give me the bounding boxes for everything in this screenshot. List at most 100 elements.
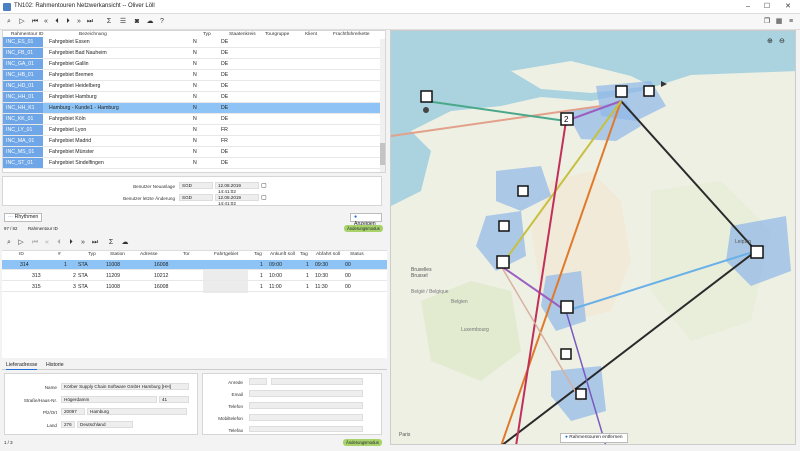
salutation-field[interactable]	[249, 378, 267, 385]
header-cell[interactable]: #	[58, 252, 61, 257]
page-counter: 97 / 82	[4, 226, 18, 231]
header-cell[interactable]: Tor	[183, 252, 190, 257]
search-icon[interactable]: ⌕	[4, 17, 14, 27]
prev-page-icon[interactable]: «	[42, 238, 52, 248]
created-user-field: SGD	[179, 182, 213, 189]
station-marker[interactable]	[560, 300, 574, 314]
next-page-icon[interactable]: »	[74, 17, 84, 27]
grid-icon[interactable]: ▦	[774, 17, 784, 27]
table-row[interactable]: INC_HB_01 Fahrgebiet Bremen N DE	[3, 70, 381, 81]
map-label: Leipzig	[735, 239, 751, 245]
prev-page-icon[interactable]: «	[41, 17, 51, 27]
detail-tabs: Lieferadresse Historie	[2, 361, 387, 370]
station-marker[interactable]	[575, 388, 587, 400]
header-cell[interactable]: Fahrtgebiet	[214, 252, 238, 257]
table-row[interactable]: INC_MS_01 Fahrgebiet Münster N DE	[3, 147, 381, 158]
mobile-field[interactable]	[249, 414, 363, 421]
sum-icon[interactable]: Σ	[106, 238, 116, 248]
search-icon[interactable]: ⌕	[4, 238, 14, 248]
minimize-button[interactable]: –	[740, 2, 756, 12]
last-record-icon[interactable]: ⏭	[85, 17, 95, 27]
mobile-label: Mobiltelefon	[218, 416, 243, 421]
email-field[interactable]	[249, 390, 363, 397]
header-cell[interactable]: Station	[110, 252, 125, 257]
copy-icon[interactable]: ❐	[762, 17, 772, 27]
header-cell[interactable]: ID	[19, 252, 24, 257]
title-bar: TN102: Rahmentouren Netzwerkansicht -- O…	[0, 0, 800, 14]
calendar-icon[interactable]: ▢	[261, 194, 267, 201]
tab-historie[interactable]: Historie	[46, 362, 64, 368]
audit-panel: Benutzer Neuanlage SGD 12.08.2019 14:41:…	[2, 176, 382, 206]
station-marker[interactable]	[517, 185, 529, 197]
last-record-icon[interactable]: ⏭	[90, 238, 100, 248]
zoom-in-icon[interactable]: ⊕	[767, 37, 773, 45]
header-cell[interactable]: Abfahrt soll	[316, 252, 340, 257]
station-marker[interactable]	[750, 245, 764, 259]
station-marker[interactable]: 2	[560, 112, 574, 126]
prev-record-icon[interactable]: ⏴	[54, 238, 64, 248]
rhythm-icon: ⋯	[8, 214, 15, 220]
remove-routes-button[interactable]: ● Rahmentouren entfernen	[560, 433, 628, 443]
table-row[interactable]: INC_FB_01 Fahrgebiet Bad Nauheim N DE	[3, 48, 381, 59]
header-cell[interactable]: Status	[350, 252, 364, 257]
header-cell[interactable]: Adresse	[140, 252, 158, 257]
next-record-icon[interactable]: ⏵	[63, 17, 73, 27]
station-marker[interactable]	[498, 220, 510, 232]
app-icon	[3, 3, 11, 11]
map-canvas[interactable]: 2 Bruxelles Brussel België / Belgique Be…	[391, 31, 796, 445]
run-icon[interactable]: ▷	[16, 238, 26, 248]
salutation-field-2[interactable]	[271, 378, 363, 385]
rhythm-button[interactable]: ⋯ Rhythmen	[4, 213, 43, 222]
table-row[interactable]: INC_HH_01 Fahrgebiet Hamburg N DE	[3, 92, 381, 103]
cloud-icon[interactable]: ☁	[145, 17, 155, 27]
table-row[interactable]: INC_ES_01 Fahrgebiet Essen N DE	[3, 37, 381, 48]
table-row-selected[interactable]: INC_HH_K1 Hamburg - Kunde1 - Hamburg N DE	[3, 103, 381, 114]
close-button[interactable]: ✕	[780, 2, 796, 12]
scrollbar[interactable]	[380, 39, 385, 172]
camera-icon[interactable]: ◙	[132, 17, 142, 27]
table-row[interactable]: INC_GA_01 Fahrgebiet Gallin N DE	[3, 59, 381, 70]
stop-table-header: ID # Typ Station Adresse Tor Fahrtgebiet…	[2, 252, 387, 259]
maximize-button[interactable]: ☐	[759, 2, 775, 12]
help-icon[interactable]: ?	[157, 17, 167, 27]
run-icon[interactable]: ▷	[17, 17, 27, 27]
station-marker[interactable]	[560, 348, 572, 360]
table-row-selected[interactable]: 314 1 STA 11008 16008 1 09:00 1 09:30 00	[2, 260, 387, 270]
zoom-out-icon[interactable]: ⊖	[779, 37, 785, 45]
created-date-field: 12.08.2019 14:41:02	[215, 182, 259, 194]
tab-lieferadresse[interactable]: Lieferadresse	[6, 362, 38, 370]
table-row[interactable]: INC_ST_01 Fahrgebiet Sindelfingen N DE	[3, 158, 381, 169]
station-marker[interactable]	[615, 85, 628, 98]
header-cell[interactable]: Tag	[300, 252, 308, 257]
menu-icon[interactable]: ≡	[786, 17, 796, 27]
show-button[interactable]: ● Anzeigen	[350, 213, 382, 227]
calendar-icon[interactable]: ▢	[261, 182, 267, 189]
prev-record-icon[interactable]: ⏴	[52, 17, 62, 27]
table-row[interactable]: INC_KK_01 Fahrgebiet Köln N DE	[3, 114, 381, 125]
header-cell[interactable]: Typ	[88, 252, 96, 257]
next-record-icon[interactable]: ⏵	[66, 238, 76, 248]
next-page-icon[interactable]: »	[78, 238, 88, 248]
table-row[interactable]: INC_MA_01 Fahrgebiet Madrid N FR	[3, 136, 381, 147]
sum-icon[interactable]: Σ	[104, 17, 114, 27]
table-row[interactable]: INC_HD_01 Fahrgebiet Heidelberg N DE	[3, 81, 381, 92]
changed-user-field: SGD	[179, 194, 213, 201]
phone-field[interactable]	[249, 402, 363, 409]
table-row[interactable]: 313 2 STA 11209 10212 1 10:00 1 10:30 00	[2, 271, 387, 281]
header-cell[interactable]: Ankunft soll	[270, 252, 295, 257]
header-cell[interactable]: Tag	[254, 252, 262, 257]
cloud-icon[interactable]: ☁	[120, 238, 130, 248]
fax-field[interactable]	[249, 426, 363, 432]
table-row[interactable]: INC_LY_01 Fahrgebiet Lyon N FR	[3, 125, 381, 136]
filter-icon[interactable]: ☰	[118, 17, 128, 27]
zip-field: 20097	[61, 408, 85, 415]
station-marker[interactable]	[643, 85, 655, 97]
station-marker[interactable]	[496, 255, 510, 269]
route-map[interactable]: 2 Bruxelles Brussel België / Belgique Be…	[390, 30, 796, 445]
edit-mode-badge: Änderungsmodus	[343, 439, 382, 446]
first-record-icon[interactable]: ⏮	[30, 17, 40, 27]
scrollbar-thumb[interactable]	[380, 143, 385, 165]
page-counter: 1 / 3	[4, 440, 13, 445]
table-row[interactable]: 315 3 STA 11008 16008 1 11:00 1 11:30 00	[2, 282, 387, 292]
first-record-icon[interactable]: ⏮	[30, 238, 40, 248]
